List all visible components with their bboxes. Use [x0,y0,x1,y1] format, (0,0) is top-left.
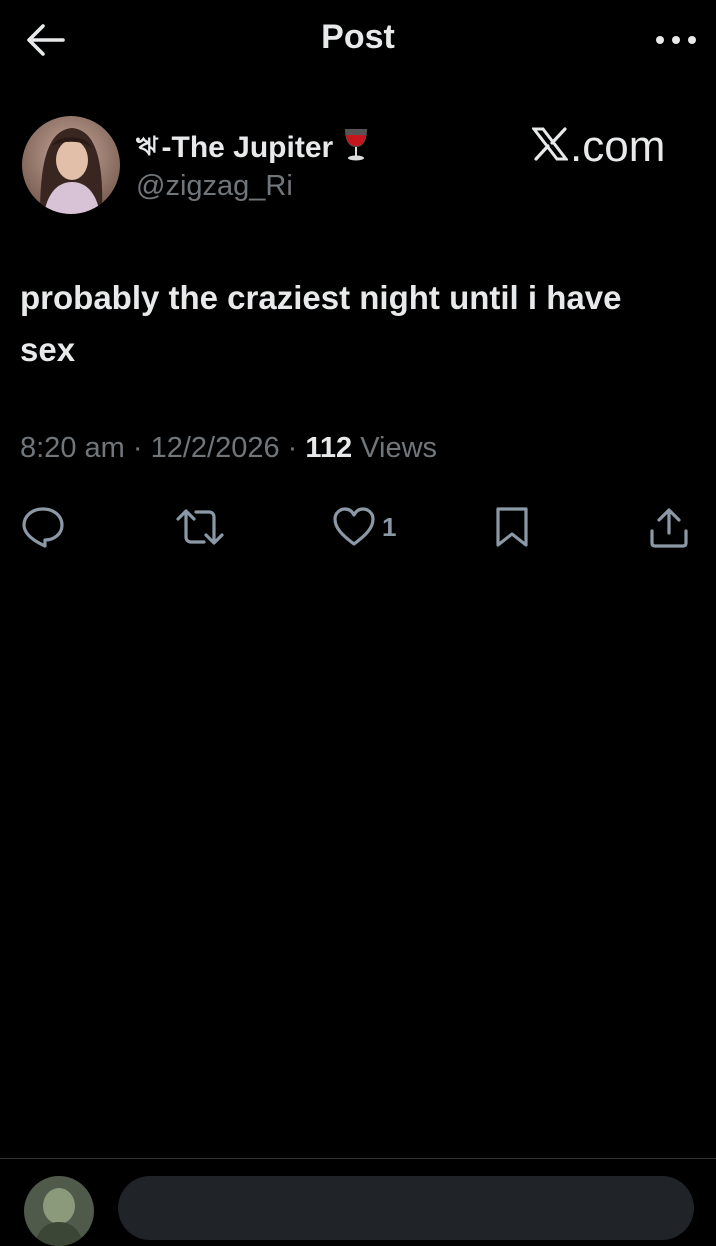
author-display-name[interactable]: ঋ -The Jupiter [136,126,369,170]
reply-avatar-photo [24,1176,94,1246]
brand-watermark: .com [530,122,666,172]
avatar[interactable] [22,116,120,214]
views-label: Views [352,432,438,464]
reply-button[interactable] [20,502,66,552]
meta-separator: · [124,432,151,464]
reply-icon [22,507,64,548]
bookmark-icon [496,507,528,547]
post-date: 12/2/2026 [150,432,280,464]
reply-avatar[interactable] [24,1176,94,1246]
avatar-photo [22,116,120,214]
more-options-button[interactable] [648,20,704,60]
bookmark-button[interactable] [494,502,530,552]
action-bar: 1 [0,502,716,552]
page-title: Post [321,18,395,56]
x-logo-icon [530,122,570,172]
post-time: 8:20 am [20,432,125,464]
wine-glass-icon [343,127,369,169]
post-text: probably the craziest night until i have… [20,279,622,368]
repost-button[interactable] [174,502,226,552]
post-meta: 8:20 am · 12/2/2026 · 112 Views [20,432,437,465]
repost-icon [176,509,224,545]
brand-domain-text: .com [570,122,666,171]
top-bar: Post [0,0,716,82]
like-count: 1 [382,511,397,542]
author-name-text: -The Jupiter [161,131,334,164]
meta-separator: · [279,432,306,464]
author-handle[interactable]: @zigzag_Ri [136,170,293,203]
like-button[interactable]: 1 [332,502,396,552]
share-button[interactable] [648,502,690,552]
divider [0,1158,716,1159]
heart-icon [333,507,375,546]
views-count[interactable]: 112 [305,432,352,464]
more-horizontal-icon [656,36,696,44]
share-icon [650,508,688,548]
reply-input[interactable] [118,1176,694,1240]
name-prefix-glyph: ঋ [136,131,158,161]
